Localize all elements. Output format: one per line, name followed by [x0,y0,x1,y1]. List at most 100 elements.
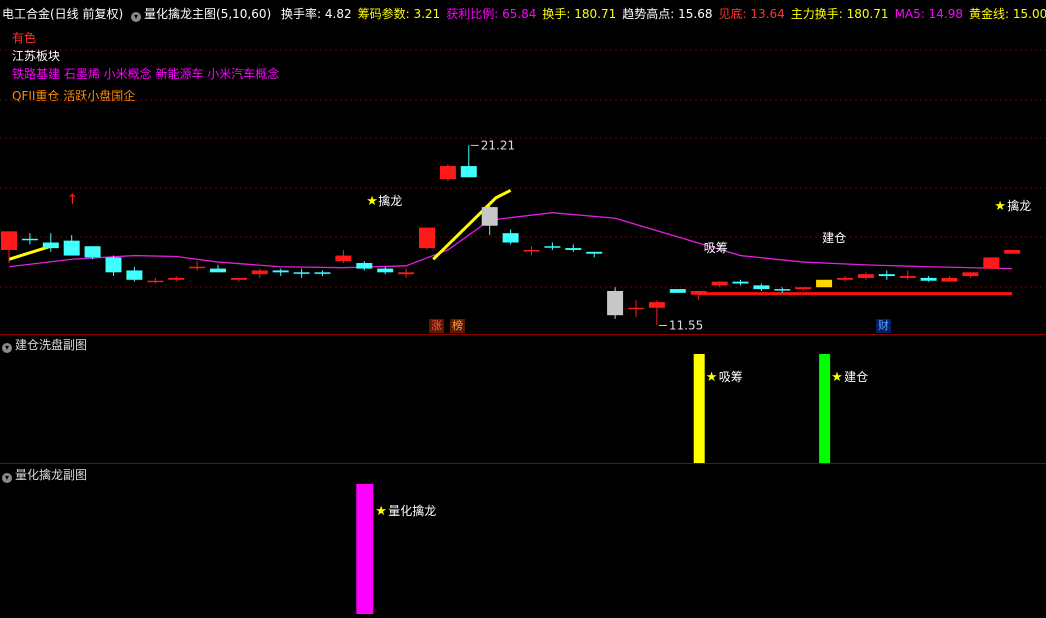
candle-13 [272,268,289,277]
candle-body [168,277,185,280]
candle-48 [1004,249,1021,254]
sub-panel-2-chart: ★ 量化擒龙 [356,484,436,614]
candle-body [523,249,540,252]
signal-label-0: 吸筹 [719,370,743,384]
candle-body [377,268,394,273]
candle-body [314,272,331,274]
candle-5 [105,255,122,277]
candle-body [42,242,59,249]
candle-body [84,246,101,258]
candle-39 [816,279,833,288]
candle-22 [460,145,477,178]
star-icon: ★ [366,194,378,209]
candle-body [774,289,791,291]
up-arrow-icon: ↑ [67,192,79,208]
candle-18 [377,266,394,275]
candle-body [628,307,644,310]
candle-19 [398,268,415,278]
candle-body [899,276,916,278]
jiancang-label: 建仓 [822,231,846,245]
candle-body [293,272,310,274]
candle-body [189,266,206,269]
candle-body [251,270,268,275]
candle-35 [732,279,749,286]
candle-4 [84,246,101,260]
qinlong-label-right: 擒龙 [1007,198,1031,213]
xichou-label: 吸筹 [704,241,728,255]
candle-body [607,290,624,316]
signal-bar-1 [819,354,831,463]
high-price-label: 21.21 [481,138,515,152]
candle-body [398,272,415,275]
candle-43 [899,270,916,280]
candle-33 [690,290,707,301]
signal-label-qinlong: 量化擒龙 [388,503,436,518]
candlestick-chart[interactable]: ↑21.2111.55★ 擒龙 ★ 擒龙吸筹建仓 [0,0,1046,334]
candle-47 [983,257,1000,269]
candle-28 [586,251,603,258]
candle-body [21,238,38,241]
candle-1 [21,233,38,245]
candle-46 [962,272,979,278]
candle-body [753,285,770,290]
candle-32 [669,289,686,293]
candle-10 [210,264,226,273]
candle-body [356,263,373,269]
qinlong-label-left: 擒龙 [378,193,402,208]
candle-body [1,231,17,250]
candle-body [920,277,937,281]
candle-body [105,257,122,273]
event-tag-bang[interactable]: 榜 [450,319,465,333]
candle-body [983,257,1000,269]
candle-body [147,280,164,283]
candle-15 [314,270,331,277]
candle-body [1004,249,1021,254]
event-tag-cai[interactable]: 财 [876,319,891,333]
candle-body [419,227,435,249]
candle-body [230,277,247,280]
candle-42 [878,270,895,280]
candle-body [126,270,143,280]
candle-40 [837,276,853,282]
candle-25 [523,246,540,256]
candle-26 [544,242,561,250]
candle-body [565,248,582,250]
event-tag-zhang[interactable]: 涨 [429,319,444,333]
candle-27 [565,244,582,252]
candle-45 [941,276,958,282]
candle-body [941,277,958,282]
candle-30 [628,300,644,318]
star-icon: ★ [706,370,718,385]
star-icon: ★ [375,504,387,519]
candle-body [439,166,456,180]
candle-body [669,289,686,293]
signal-bar-qinlong [356,484,374,614]
candle-23 [481,201,498,236]
candle-body [837,277,853,280]
candle-36 [753,283,770,291]
candle-11 [230,277,247,282]
candle-20 [419,227,435,250]
candle-body [63,240,80,256]
candle-body [460,166,477,178]
candle-body [878,274,895,277]
candle-34 [711,281,728,288]
candle-41 [857,272,874,280]
candle-24 [502,229,519,245]
candle-17 [356,261,373,271]
candle-body [335,255,352,262]
candle-37 [774,287,791,293]
candle-body [732,281,749,284]
candle-14 [293,268,310,278]
candle-16 [335,249,352,264]
sub-panel-1-chart: ★ 吸筹 ★ 建仓 [693,354,868,463]
candle-body [962,272,979,277]
candle-8 [168,276,185,282]
candle-body [795,287,812,290]
candle-6 [126,266,143,282]
low-price-label: 11.55 [669,318,703,332]
candle-7 [147,277,164,284]
candle-31 [648,300,665,326]
candle-body [544,246,561,248]
candle-body [816,279,833,288]
